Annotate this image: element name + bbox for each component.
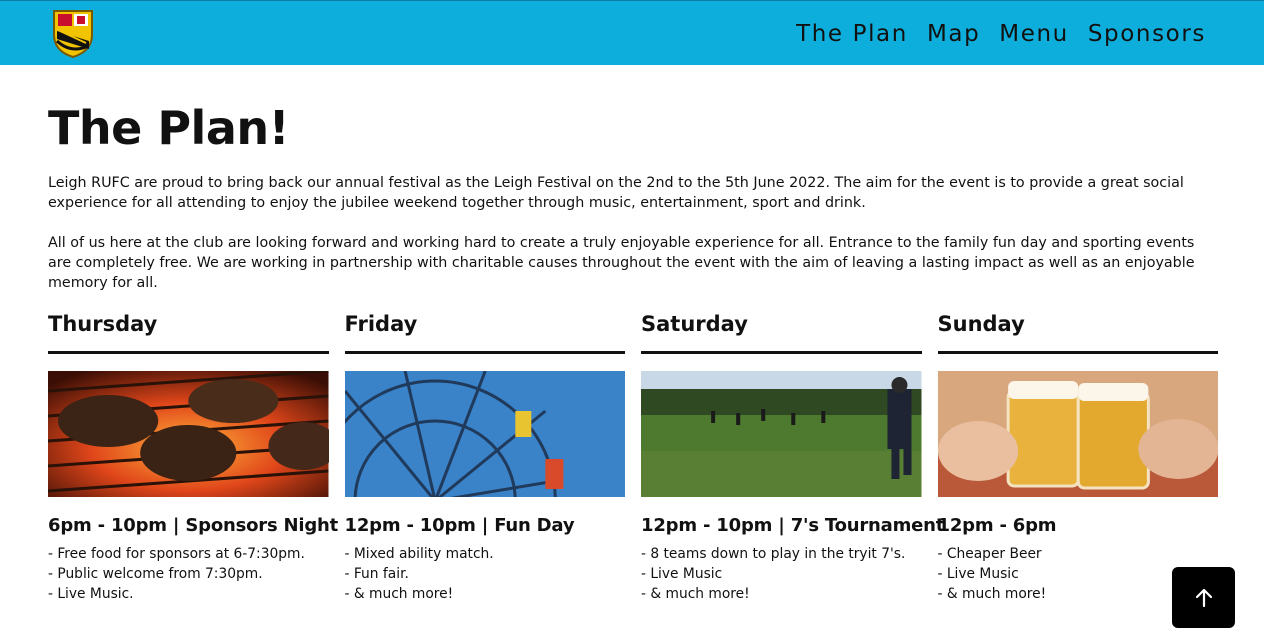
day-points: - 8 teams down to play in the tryit 7's.… <box>641 544 922 604</box>
day-heading: Saturday <box>641 308 922 354</box>
list-item: - Cheaper Beer <box>937 546 1042 562</box>
list-item: - Mixed ability match. <box>344 546 494 562</box>
list-item: - & much more! <box>344 586 454 602</box>
list-item: - Fun fair. <box>344 566 409 582</box>
day-time: 12pm - 6pm <box>937 515 1057 536</box>
club-crest-icon <box>53 10 93 59</box>
day-heading: Thursday <box>48 308 329 354</box>
day-points: - Free food for sponsors at 6-7:30pm. - … <box>48 544 329 604</box>
day-card-sunday: Sunday 12pm - 6pm - Cheaper Beer - Live … <box>937 308 1218 604</box>
nav-link-the-plan[interactable]: The Plan <box>796 18 908 50</box>
day-card-thursday: Thursday 6pm - 10pm | Sponsors Night - F… <box>48 308 339 604</box>
intro-paragraph: All of us here at the club are looking f… <box>48 235 1195 291</box>
club-crest-logo[interactable] <box>50 7 96 59</box>
nav-link-sponsors[interactable]: Sponsors <box>1088 18 1206 50</box>
day-time: 12pm - 10pm | Fun Day <box>344 515 575 536</box>
day-card-saturday: Saturday 12pm - 10pm | 7's Tournament - … <box>641 308 945 604</box>
intro-paragraph: Leigh RUFC are proud to bring back our a… <box>48 175 1184 211</box>
schedule-grid: Thursday 6pm - 10pm | Sponsors Night - F… <box>48 308 1218 604</box>
list-item: - 8 teams down to play in the tryit 7's. <box>641 546 906 562</box>
nav-link-map[interactable]: Map <box>927 18 980 50</box>
list-item: - Live Music <box>641 566 723 582</box>
day-time: 6pm - 10pm | Sponsors Night <box>48 515 339 536</box>
list-item: - & much more! <box>641 586 750 602</box>
day-heading: Sunday <box>937 308 1218 354</box>
arrow-up-icon <box>1195 588 1212 607</box>
list-item: - Public welcome from 7:30pm. <box>48 566 263 582</box>
rugby-field-image <box>641 371 922 497</box>
ferris-wheel-image <box>344 371 625 497</box>
day-points: - Mixed ability match. - Fun fair. - & m… <box>345 544 626 604</box>
top-navbar: The Plan Map Menu Sponsors <box>0 0 1264 65</box>
nav-link-menu[interactable]: Menu <box>999 18 1069 50</box>
day-card-friday: Friday 12pm - 10pm | Fun Day - Mixed abi… <box>344 308 626 604</box>
day-time: 12pm - 10pm | 7's Tournament <box>641 515 945 536</box>
day-heading: Friday <box>344 308 625 354</box>
intro-text: Leigh RUFC are proud to bring back our a… <box>48 173 1218 293</box>
back-to-top-button[interactable] <box>1172 567 1235 628</box>
bbq-burgers-image <box>48 371 329 497</box>
page-title: The Plan! <box>48 101 290 155</box>
main-nav: The Plan Map Menu Sponsors <box>796 18 1206 50</box>
beer-toast-image <box>937 371 1218 497</box>
list-item: - Live Music. <box>48 586 134 602</box>
list-item: - Free food for sponsors at 6-7:30pm. <box>48 546 305 562</box>
